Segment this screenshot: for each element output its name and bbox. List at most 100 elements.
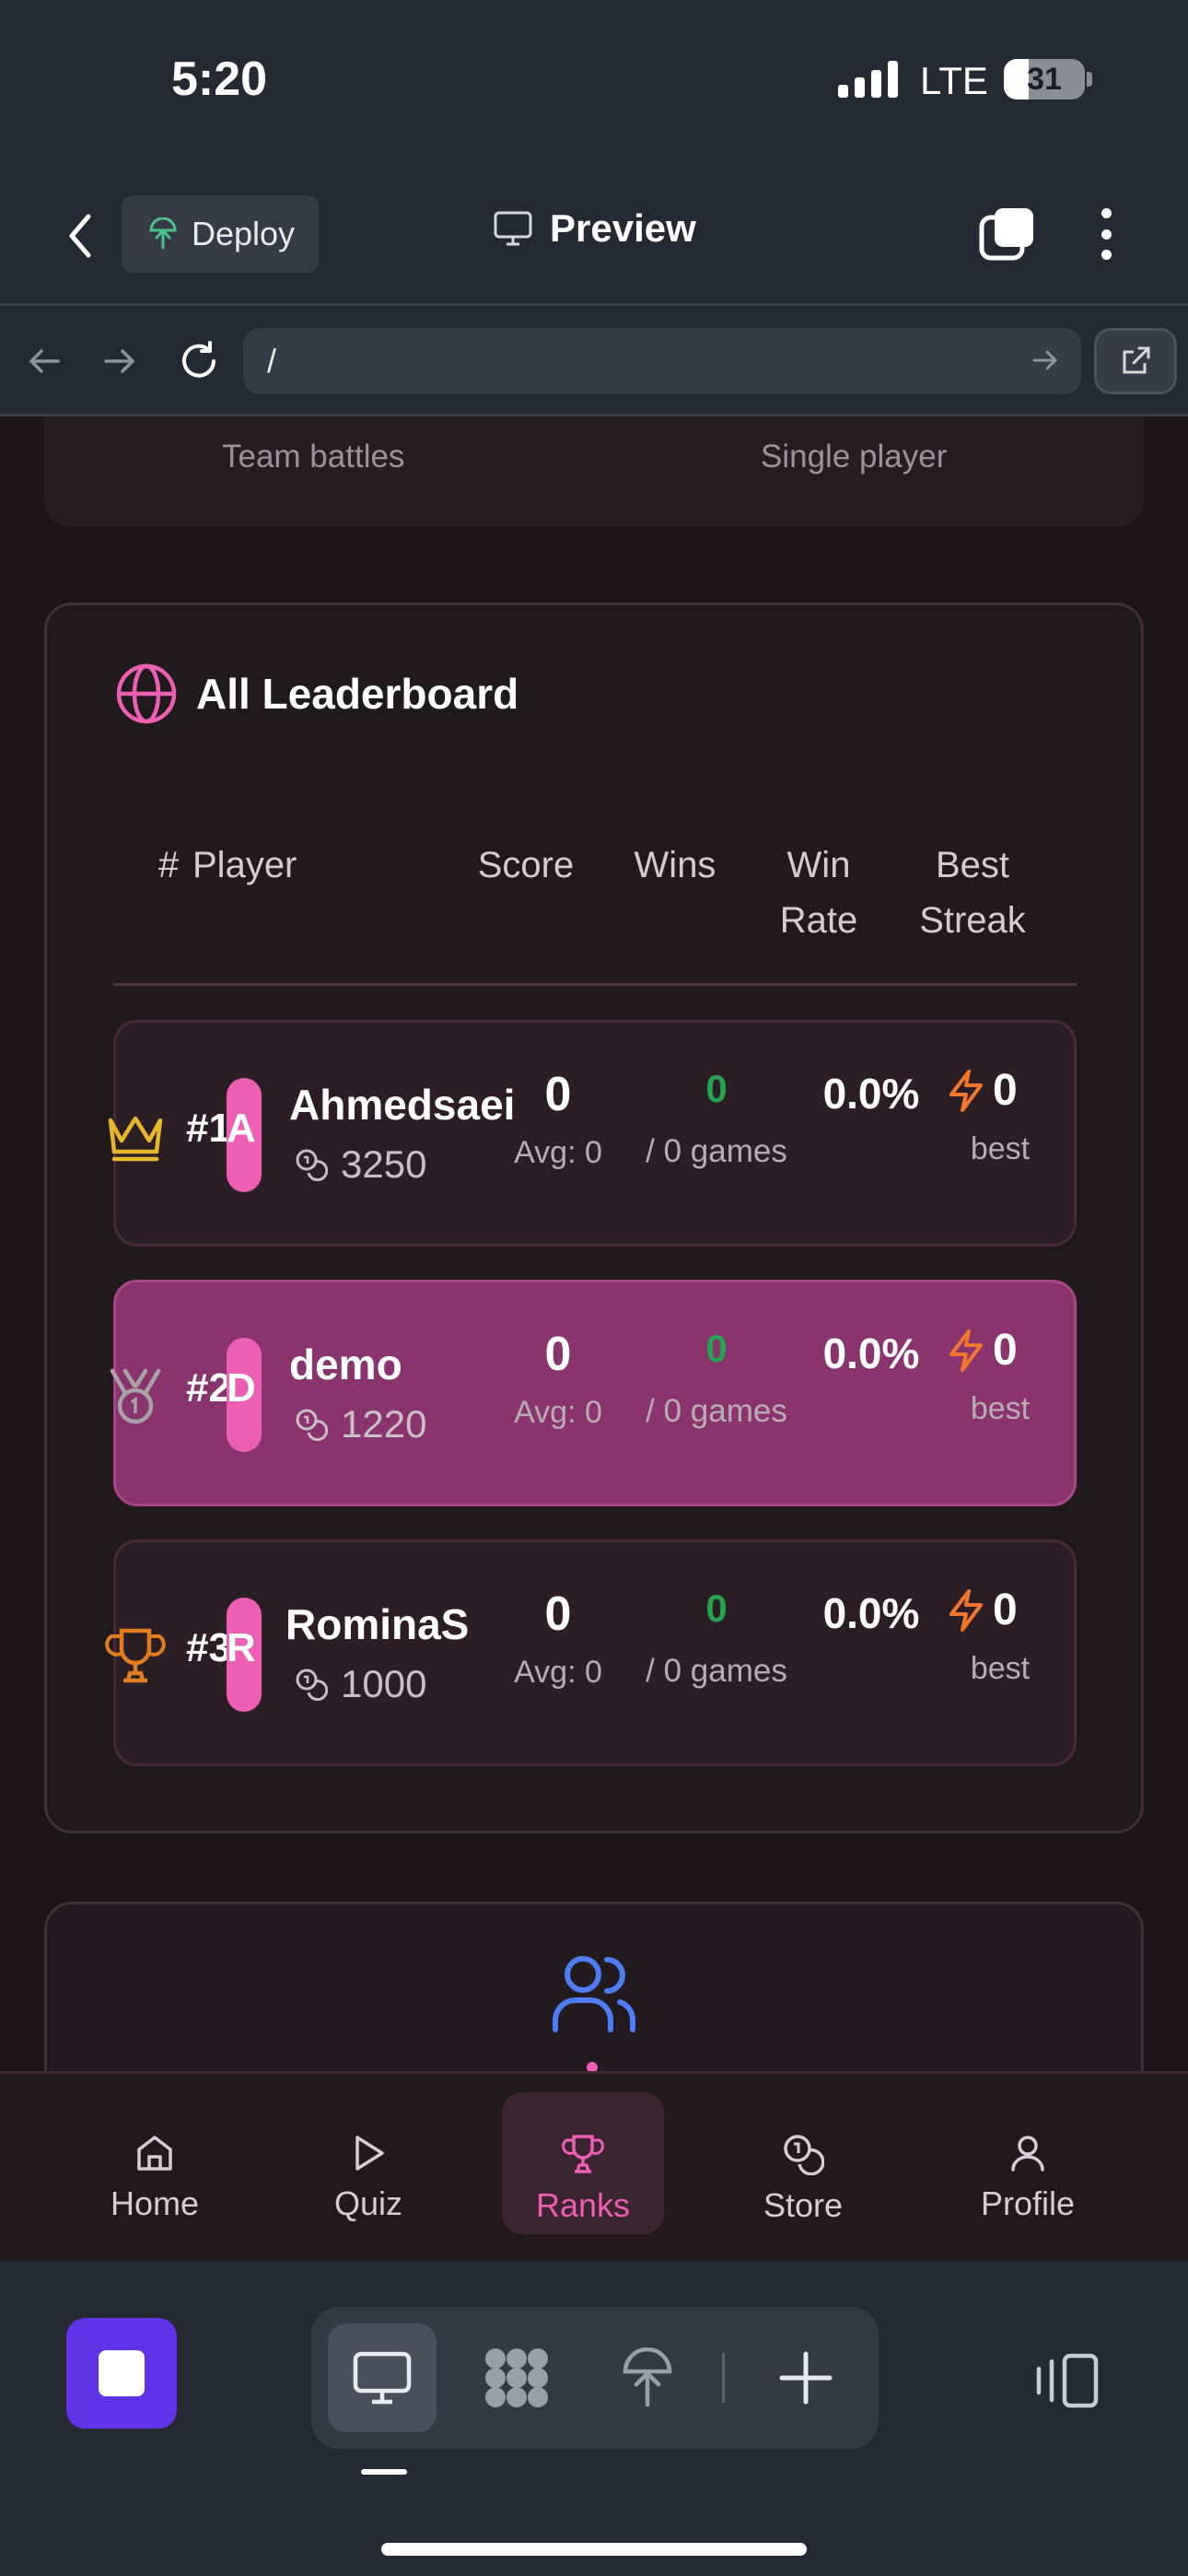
url-bar: /: [0, 306, 1188, 416]
nav-back-button[interactable]: [17, 334, 72, 389]
user-icon: [1011, 2136, 1044, 2172]
url-text: /: [267, 342, 277, 380]
wins-games: / 0 games: [646, 1653, 787, 1689]
rank-number: #1: [186, 1106, 231, 1151]
leaderboard-title-text: All Leaderboard: [196, 670, 519, 718]
arrow-left-icon: [29, 349, 60, 373]
table-row[interactable]: #1 A Ahmedsaei 3250 0 Avg: 0 0 / 0 games…: [108, 1020, 1077, 1247]
side-panel-icon: [1036, 2353, 1099, 2408]
player-name: demo: [289, 1341, 402, 1388]
deploy-icon: [623, 2348, 672, 2407]
reload-button[interactable]: [171, 334, 227, 389]
nav-quiz[interactable]: Quiz: [287, 2092, 449, 2234]
tabs-button[interactable]: [978, 205, 1037, 263]
leaderboard-title: All Leaderboard: [115, 662, 518, 725]
nav-ranks[interactable]: Ranks: [502, 2092, 664, 2234]
table-row-current-user[interactable]: #2 D demo 1220 0 Avg: 0 0 / 0 games 0.0%…: [110, 1280, 1077, 1506]
rank-number: #3: [186, 1625, 231, 1670]
status-time: 5:20: [171, 53, 268, 106]
player-name: Ahmedsaei: [289, 1081, 516, 1129]
add-button[interactable]: [751, 2324, 860, 2432]
tabs-icon: [979, 208, 1033, 261]
single-player-label[interactable]: Single player: [761, 439, 947, 475]
nav-home[interactable]: Home: [74, 2092, 236, 2234]
streak-label: best: [970, 1391, 1031, 1426]
player-coins: 1220: [295, 1402, 426, 1446]
play-icon: [355, 2136, 384, 2171]
avatar-initial: D: [227, 1365, 256, 1411]
nav-store[interactable]: Store: [722, 2092, 884, 2234]
col-wins: Wins: [634, 845, 716, 885]
score-average: Avg: 0: [514, 1655, 602, 1690]
lightning-icon: [949, 1329, 983, 1372]
top-toolbar: Deploy Preview: [0, 166, 1188, 306]
stop-button[interactable]: [66, 2318, 177, 2429]
monitor-icon: [494, 211, 532, 246]
streak-label: best: [970, 1131, 1031, 1166]
network-label: LTE: [920, 59, 988, 102]
globe-icon: [116, 663, 177, 724]
browser-bottom-toolbar: [0, 2261, 1188, 2576]
col-best-streak: Best Streak: [919, 845, 1026, 941]
coins-icon: [296, 1669, 328, 1701]
more-options-button[interactable]: [1092, 205, 1120, 263]
grid-blob-icon: [485, 2348, 548, 2407]
scroll-indicator-dot: [587, 2062, 598, 2071]
side-panel-button[interactable]: [1030, 2344, 1103, 2418]
best-streak: 0: [947, 1065, 1018, 1116]
header-divider: [113, 983, 1077, 986]
avatar-initial: A: [227, 1106, 256, 1151]
player-coins: 3250: [295, 1142, 426, 1187]
coins-value: 3250: [341, 1142, 427, 1186]
battery-tip: [1087, 72, 1092, 87]
avatar-initial: R: [227, 1625, 256, 1670]
team-battles-label[interactable]: Team battles: [222, 439, 404, 475]
medal-icon: [110, 1368, 161, 1424]
users-icon: [553, 1956, 635, 2032]
nav-quiz-label: Quiz: [333, 2184, 403, 2222]
rank-number: #2: [186, 1365, 231, 1411]
best-streak: 0: [947, 1585, 1018, 1635]
plus-icon: [779, 2351, 833, 2405]
desktop-view-button[interactable]: [328, 2324, 437, 2432]
score-value: 0: [544, 1328, 572, 1381]
wins-value: 0: [705, 1327, 728, 1370]
deploy-tool-button[interactable]: [593, 2324, 702, 2432]
table-row[interactable]: #3 R RominaS 1000 0 Avg: 0 0 / 0 games 0…: [105, 1540, 1077, 1766]
col-score: Score: [477, 845, 575, 885]
mode-card: Team battles Single player: [44, 416, 1144, 527]
crown-icon: [108, 1116, 163, 1162]
nav-forward-button[interactable]: [92, 334, 147, 389]
reload-icon: [182, 341, 215, 378]
wins-games: / 0 games: [646, 1393, 787, 1429]
status-bar: 5:20 LTE 31: [0, 0, 1188, 166]
preview-label: Preview: [550, 206, 696, 250]
streak-value: 0: [993, 1066, 1018, 1115]
url-input[interactable]: /: [243, 328, 1081, 394]
nav-store-label: Store: [763, 2186, 844, 2224]
nav-profile[interactable]: Profile: [947, 2092, 1109, 2234]
go-arrow-icon[interactable]: [1031, 345, 1059, 376]
stop-icon: [99, 2350, 145, 2396]
chevron-left-icon: [69, 214, 91, 258]
score-average: Avg: 0: [514, 1395, 602, 1430]
back-button[interactable]: [57, 208, 103, 263]
deploy-label: Deploy: [192, 215, 296, 252]
coins-icon: [296, 1149, 328, 1181]
open-external-button[interactable]: [1094, 328, 1177, 394]
win-rate-value: 0.0%: [822, 1329, 920, 1377]
wins-value: 0: [705, 1587, 728, 1630]
apps-grid-button[interactable]: [462, 2324, 571, 2432]
score-average: Avg: 0: [514, 1135, 602, 1170]
deploy-button[interactable]: Deploy: [122, 195, 319, 273]
col-win-rate: Win Rate: [779, 845, 858, 941]
lightning-icon: [949, 1069, 983, 1112]
best-streak: 0: [947, 1325, 1018, 1376]
leaderboard-card: All Leaderboard # Player Score Wins Win …: [44, 603, 1144, 1833]
lightning-icon: [949, 1588, 983, 1632]
nav-home-label: Home: [110, 2184, 200, 2222]
wins-value: 0: [705, 1067, 728, 1110]
col-player: Player: [192, 845, 297, 885]
score-value: 0: [544, 1587, 572, 1641]
battery-icon: 31: [1004, 59, 1085, 100]
